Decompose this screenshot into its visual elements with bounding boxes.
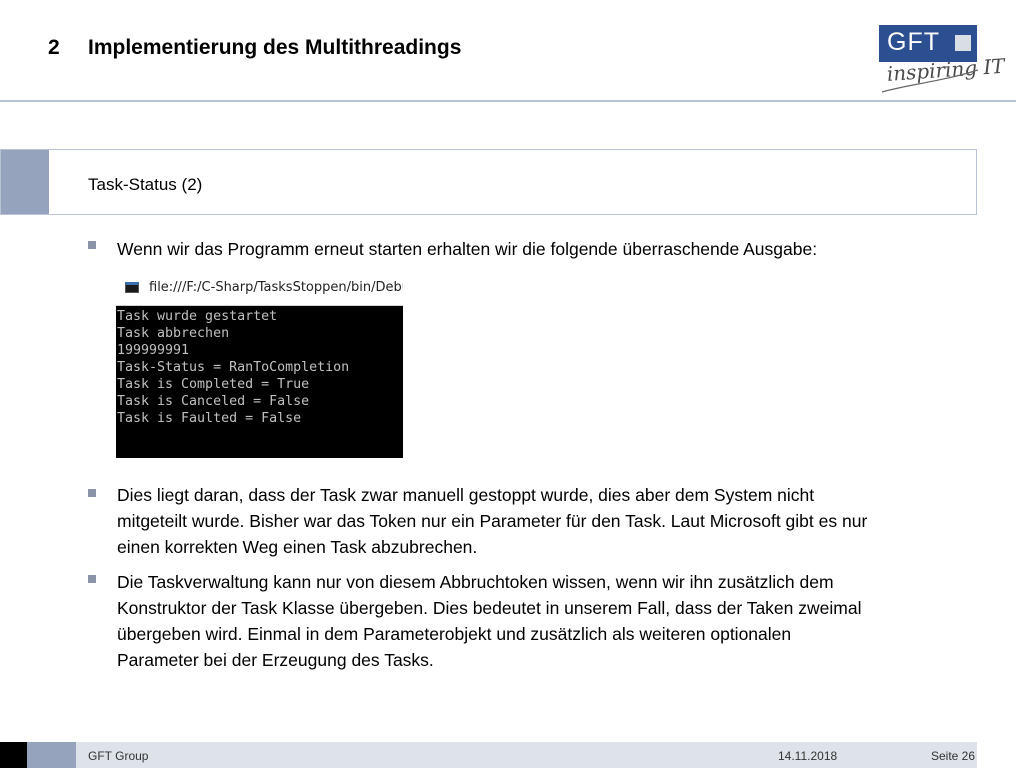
logo-swoosh-icon [881, 69, 979, 93]
console-line: Task-Status = RanToCompletion [117, 360, 350, 375]
bullet-text-2: Dies liegt daran, dass der Task zwar man… [117, 482, 867, 560]
console-line: Task abbrechen [117, 326, 230, 341]
section-number: 2 [48, 36, 60, 59]
footer-black-block [0, 742, 27, 768]
console-line: Task is Completed = True [117, 377, 310, 392]
console-window-screenshot: file:///F:/C-Sharp/TasksStoppen/bin/Debu… [116, 272, 403, 458]
section-accent-bar [1, 150, 49, 214]
header-divider [0, 100, 1016, 102]
footer-page-number: Seite 26 [931, 749, 976, 763]
console-line: Task wurde gestartet [117, 309, 278, 324]
logo-square-mark [955, 35, 971, 51]
bullet-3-line: übergeben wird. Einmal in dem Parametero… [117, 624, 792, 644]
page-title: Implementierung des Multithreadings [88, 36, 462, 59]
console-line: Task is Faulted = False [117, 411, 302, 426]
section-header-box: Task-Status (2) [0, 149, 977, 215]
bullet-2-line: mitgeteilt wurde. Bisher war das Token n… [117, 511, 868, 531]
console-path: file:///F:/C-Sharp/TasksStoppen/bin/Debu… [149, 280, 403, 295]
console-output: Task wurde gestartet Task abbrechen 1999… [117, 308, 349, 427]
console-line: 199999991 [117, 343, 190, 358]
footer-date: 14.11.2018 [778, 749, 838, 763]
footer-company: GFT Group [88, 749, 149, 763]
bullet-2-line: einen korrekten Weg einen Task abzubrech… [117, 537, 478, 557]
footer-blue-block [27, 742, 76, 768]
bullet-text-3: Die Taskverwaltung kann nur von diesem A… [117, 569, 861, 673]
console-line: Task is Canceled = False [117, 394, 310, 409]
bullet-marker-1 [88, 241, 96, 249]
bullet-3-line: Parameter bei der Erzeugung des Tasks. [117, 650, 434, 670]
bullet-2-line: Dies liegt daran, dass der Task zwar man… [117, 485, 815, 505]
section-title: Task-Status (2) [88, 175, 203, 194]
bullet-3-line: Konstruktor der Task Klasse übergeben. D… [117, 598, 862, 618]
bullet-marker-3 [88, 575, 96, 583]
footer-bar: GFT Group 14.11.2018 Seite 26 [0, 742, 977, 768]
logo-text: GFT [887, 28, 940, 56]
console-app-icon [125, 282, 139, 293]
bullet-3-line: Die Taskverwaltung kann nur von diesem A… [117, 572, 834, 592]
console-titlebar: file:///F:/C-Sharp/TasksStoppen/bin/Debu… [116, 272, 403, 306]
bullet-marker-2 [88, 489, 96, 497]
bullet-text-1: Wenn wir das Programm erneut starten erh… [117, 239, 818, 259]
